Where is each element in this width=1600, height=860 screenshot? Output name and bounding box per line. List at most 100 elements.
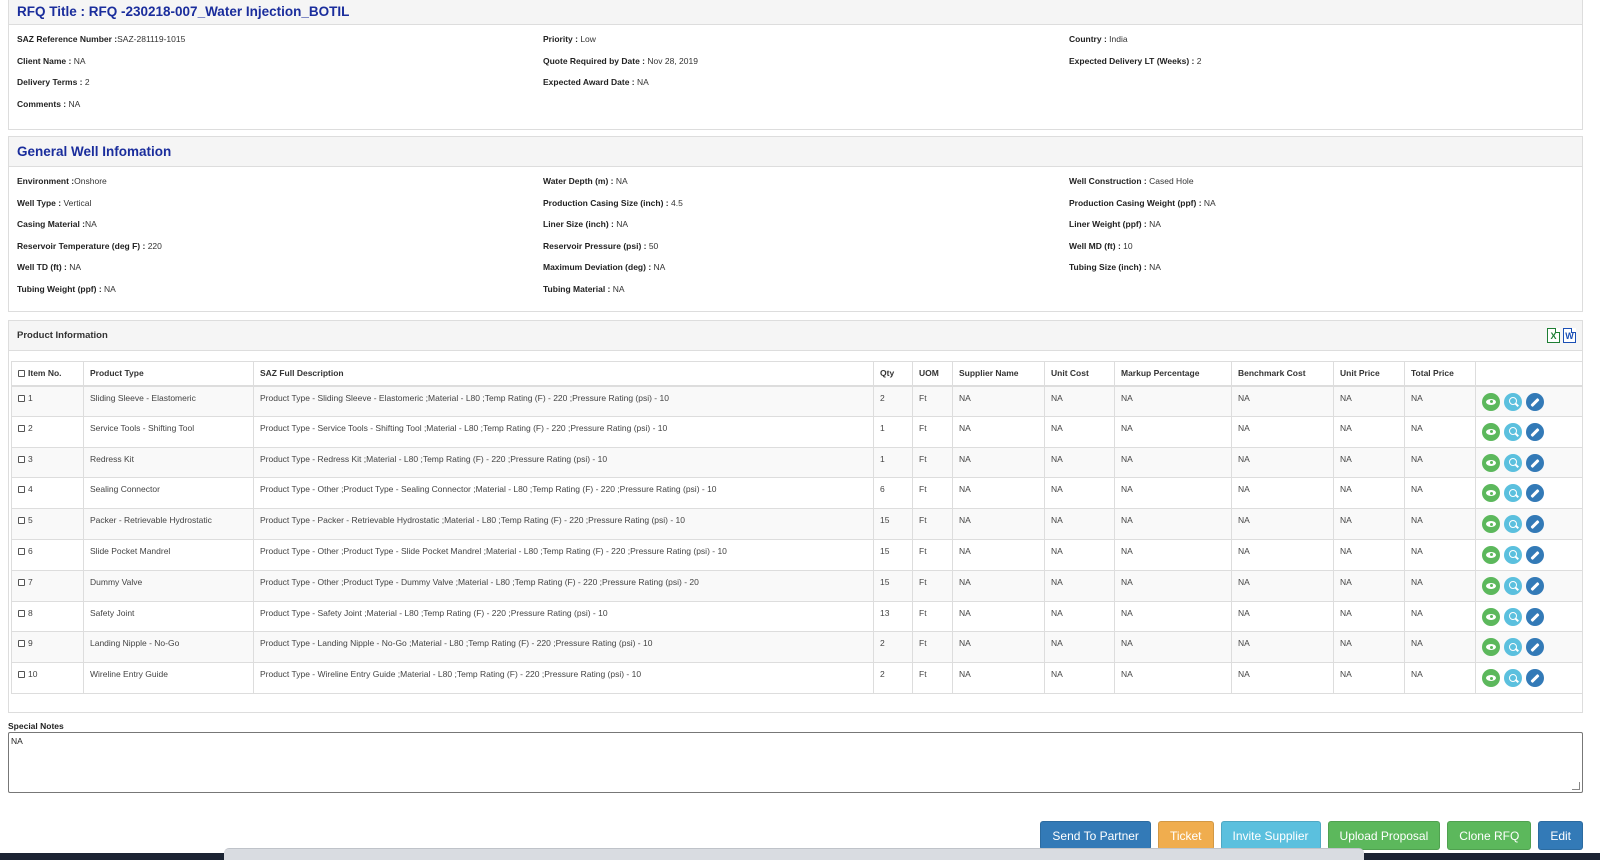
info-field-label: Well MD (ft) : bbox=[1069, 240, 1121, 251]
item-number: 9 bbox=[28, 638, 33, 649]
invite-supplier-button[interactable]: Invite Supplier bbox=[1220, 821, 1321, 850]
description-cell: Product Type - Landing Nipple - No-Go ;M… bbox=[253, 631, 874, 664]
eye-icon[interactable] bbox=[1482, 576, 1500, 595]
row-checkbox[interactable] bbox=[18, 394, 25, 402]
search-icon[interactable] bbox=[1504, 453, 1522, 472]
qty-cell: 15 bbox=[873, 508, 913, 540]
eye-icon[interactable] bbox=[1482, 392, 1500, 411]
word-export-icon[interactable]: W bbox=[1563, 328, 1576, 343]
unit-price-cell: NA bbox=[1333, 662, 1405, 694]
search-icon[interactable] bbox=[1504, 422, 1522, 441]
info-field: Water Depth (m) : NA bbox=[543, 171, 1069, 193]
search-icon[interactable] bbox=[1504, 576, 1522, 595]
pencil-icon[interactable] bbox=[1526, 669, 1544, 688]
resize-handle-icon[interactable] bbox=[1572, 782, 1580, 790]
table-row: 4 Sealing Connector Product Type - Other ;… bbox=[11, 477, 1583, 510]
column-header-unit-cost[interactable]: Unit Cost bbox=[1044, 361, 1115, 387]
eye-icon[interactable] bbox=[1482, 607, 1500, 626]
eye-icon[interactable] bbox=[1482, 453, 1500, 472]
info-field-label: Expected Award Date : bbox=[543, 77, 635, 87]
column-header-total-price[interactable]: Total Price bbox=[1404, 361, 1476, 387]
eye-icon[interactable] bbox=[1482, 545, 1500, 564]
info-field-value: Vertical bbox=[61, 197, 92, 208]
eye-icon[interactable] bbox=[1482, 422, 1500, 441]
total-price-cell: NA bbox=[1404, 569, 1476, 602]
row-checkbox[interactable] bbox=[18, 609, 25, 617]
eye-icon[interactable] bbox=[1482, 515, 1500, 534]
info-field: Reservoir Temperature (deg F) : 220 bbox=[17, 236, 543, 258]
search-icon[interactable] bbox=[1504, 484, 1522, 503]
column-header-qty[interactable]: Qty bbox=[873, 361, 913, 387]
pencil-icon[interactable] bbox=[1526, 392, 1544, 411]
total-price-cell: NA bbox=[1404, 600, 1476, 633]
ticket-button[interactable]: Ticket bbox=[1157, 821, 1214, 850]
column-header-unit-price[interactable]: Unit Price bbox=[1333, 361, 1405, 387]
info-field-value: 4.5 bbox=[668, 197, 683, 208]
item-number: 10 bbox=[28, 669, 38, 680]
info-field-value: 220 bbox=[145, 240, 162, 251]
search-icon[interactable] bbox=[1504, 669, 1522, 688]
row-actions-cell bbox=[1475, 662, 1583, 694]
column-header-description[interactable]: SAZ Full Description bbox=[253, 361, 874, 387]
edit-button[interactable]: Edit bbox=[1538, 821, 1583, 850]
info-field: Well TD (ft) : NA bbox=[17, 257, 543, 279]
info-field-value: NA bbox=[610, 283, 625, 294]
send-to-partner-button[interactable]: Send To Partner bbox=[1040, 821, 1151, 850]
pencil-icon[interactable] bbox=[1526, 607, 1544, 626]
column-header-product-type[interactable]: Product Type bbox=[83, 361, 254, 387]
info-field-value: 50 bbox=[646, 240, 659, 251]
row-checkbox[interactable] bbox=[18, 640, 25, 648]
clone-rfq-button[interactable]: Clone RFQ bbox=[1447, 821, 1532, 850]
row-checkbox[interactable] bbox=[18, 424, 25, 432]
row-checkbox[interactable] bbox=[18, 578, 25, 586]
search-icon[interactable] bbox=[1504, 392, 1522, 411]
eye-icon[interactable] bbox=[1482, 484, 1500, 503]
excel-export-icon[interactable]: X bbox=[1547, 328, 1560, 343]
row-checkbox[interactable] bbox=[18, 517, 25, 525]
upload-proposal-button[interactable]: Upload Proposal bbox=[1327, 821, 1441, 850]
column-header-uom[interactable]: UOM bbox=[912, 361, 953, 387]
eye-icon[interactable] bbox=[1482, 669, 1500, 688]
pencil-icon[interactable] bbox=[1526, 515, 1544, 534]
info-field-value: Onshore bbox=[74, 176, 107, 186]
row-checkbox[interactable] bbox=[18, 671, 25, 679]
search-icon[interactable] bbox=[1504, 607, 1522, 626]
benchmark-cell: NA bbox=[1231, 415, 1334, 448]
supplier-cell: NA bbox=[952, 508, 1045, 540]
benchmark-cell: NA bbox=[1231, 631, 1334, 664]
column-header-benchmark[interactable]: Benchmark Cost bbox=[1231, 361, 1334, 387]
benchmark-cell: NA bbox=[1231, 446, 1334, 479]
item-no-cell: 7 bbox=[11, 569, 84, 602]
row-checkbox[interactable] bbox=[18, 486, 25, 494]
info-field-label: SAZ Reference Number : bbox=[17, 34, 118, 44]
row-checkbox[interactable] bbox=[18, 547, 25, 555]
special-notes-textarea[interactable]: NA bbox=[8, 732, 1583, 793]
column-header-markup[interactable]: Markup Percentage bbox=[1114, 361, 1232, 387]
select-all-checkbox[interactable] bbox=[18, 370, 25, 378]
pencil-icon[interactable] bbox=[1526, 638, 1544, 657]
item-number: 2 bbox=[28, 422, 33, 433]
markup-cell: NA bbox=[1114, 415, 1232, 448]
column-header-supplier[interactable]: Supplier Name bbox=[952, 361, 1045, 387]
unit-cost-cell: NA bbox=[1044, 415, 1115, 448]
search-icon[interactable] bbox=[1504, 545, 1522, 564]
qty-cell: 2 bbox=[873, 662, 913, 694]
row-checkbox[interactable] bbox=[18, 455, 25, 463]
search-icon[interactable] bbox=[1504, 515, 1522, 534]
info-field-label: Water Depth (m) : bbox=[543, 176, 614, 186]
info-field-value: NA bbox=[66, 98, 81, 109]
product-type-cell: Wireline Entry Guide bbox=[83, 662, 254, 694]
pencil-icon[interactable] bbox=[1526, 576, 1544, 595]
pencil-icon[interactable] bbox=[1526, 545, 1544, 564]
item-no-cell: 3 bbox=[11, 446, 84, 479]
markup-cell: NA bbox=[1114, 662, 1232, 694]
search-icon[interactable] bbox=[1504, 638, 1522, 657]
total-price-cell: NA bbox=[1404, 415, 1476, 448]
product-type-cell: Dummy Valve bbox=[83, 569, 254, 602]
pencil-icon[interactable] bbox=[1526, 422, 1544, 441]
product-type-cell: Service Tools - Shifting Tool bbox=[83, 415, 254, 448]
eye-icon[interactable] bbox=[1482, 638, 1500, 657]
total-price-cell: NA bbox=[1404, 662, 1476, 694]
pencil-icon[interactable] bbox=[1526, 453, 1544, 472]
pencil-icon[interactable] bbox=[1526, 484, 1544, 503]
